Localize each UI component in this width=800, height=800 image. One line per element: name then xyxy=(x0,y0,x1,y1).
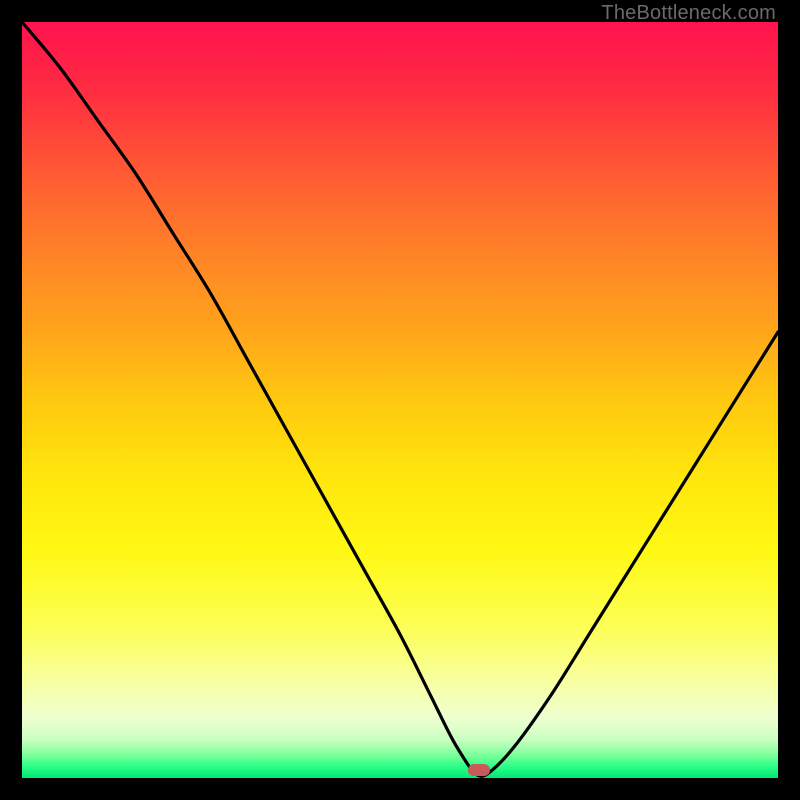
chart-frame: TheBottleneck.com xyxy=(0,0,800,800)
watermark-text: TheBottleneck.com xyxy=(601,2,776,25)
bottleneck-curve xyxy=(22,22,778,778)
plot-area xyxy=(22,22,778,778)
optimal-point-marker xyxy=(468,764,490,776)
